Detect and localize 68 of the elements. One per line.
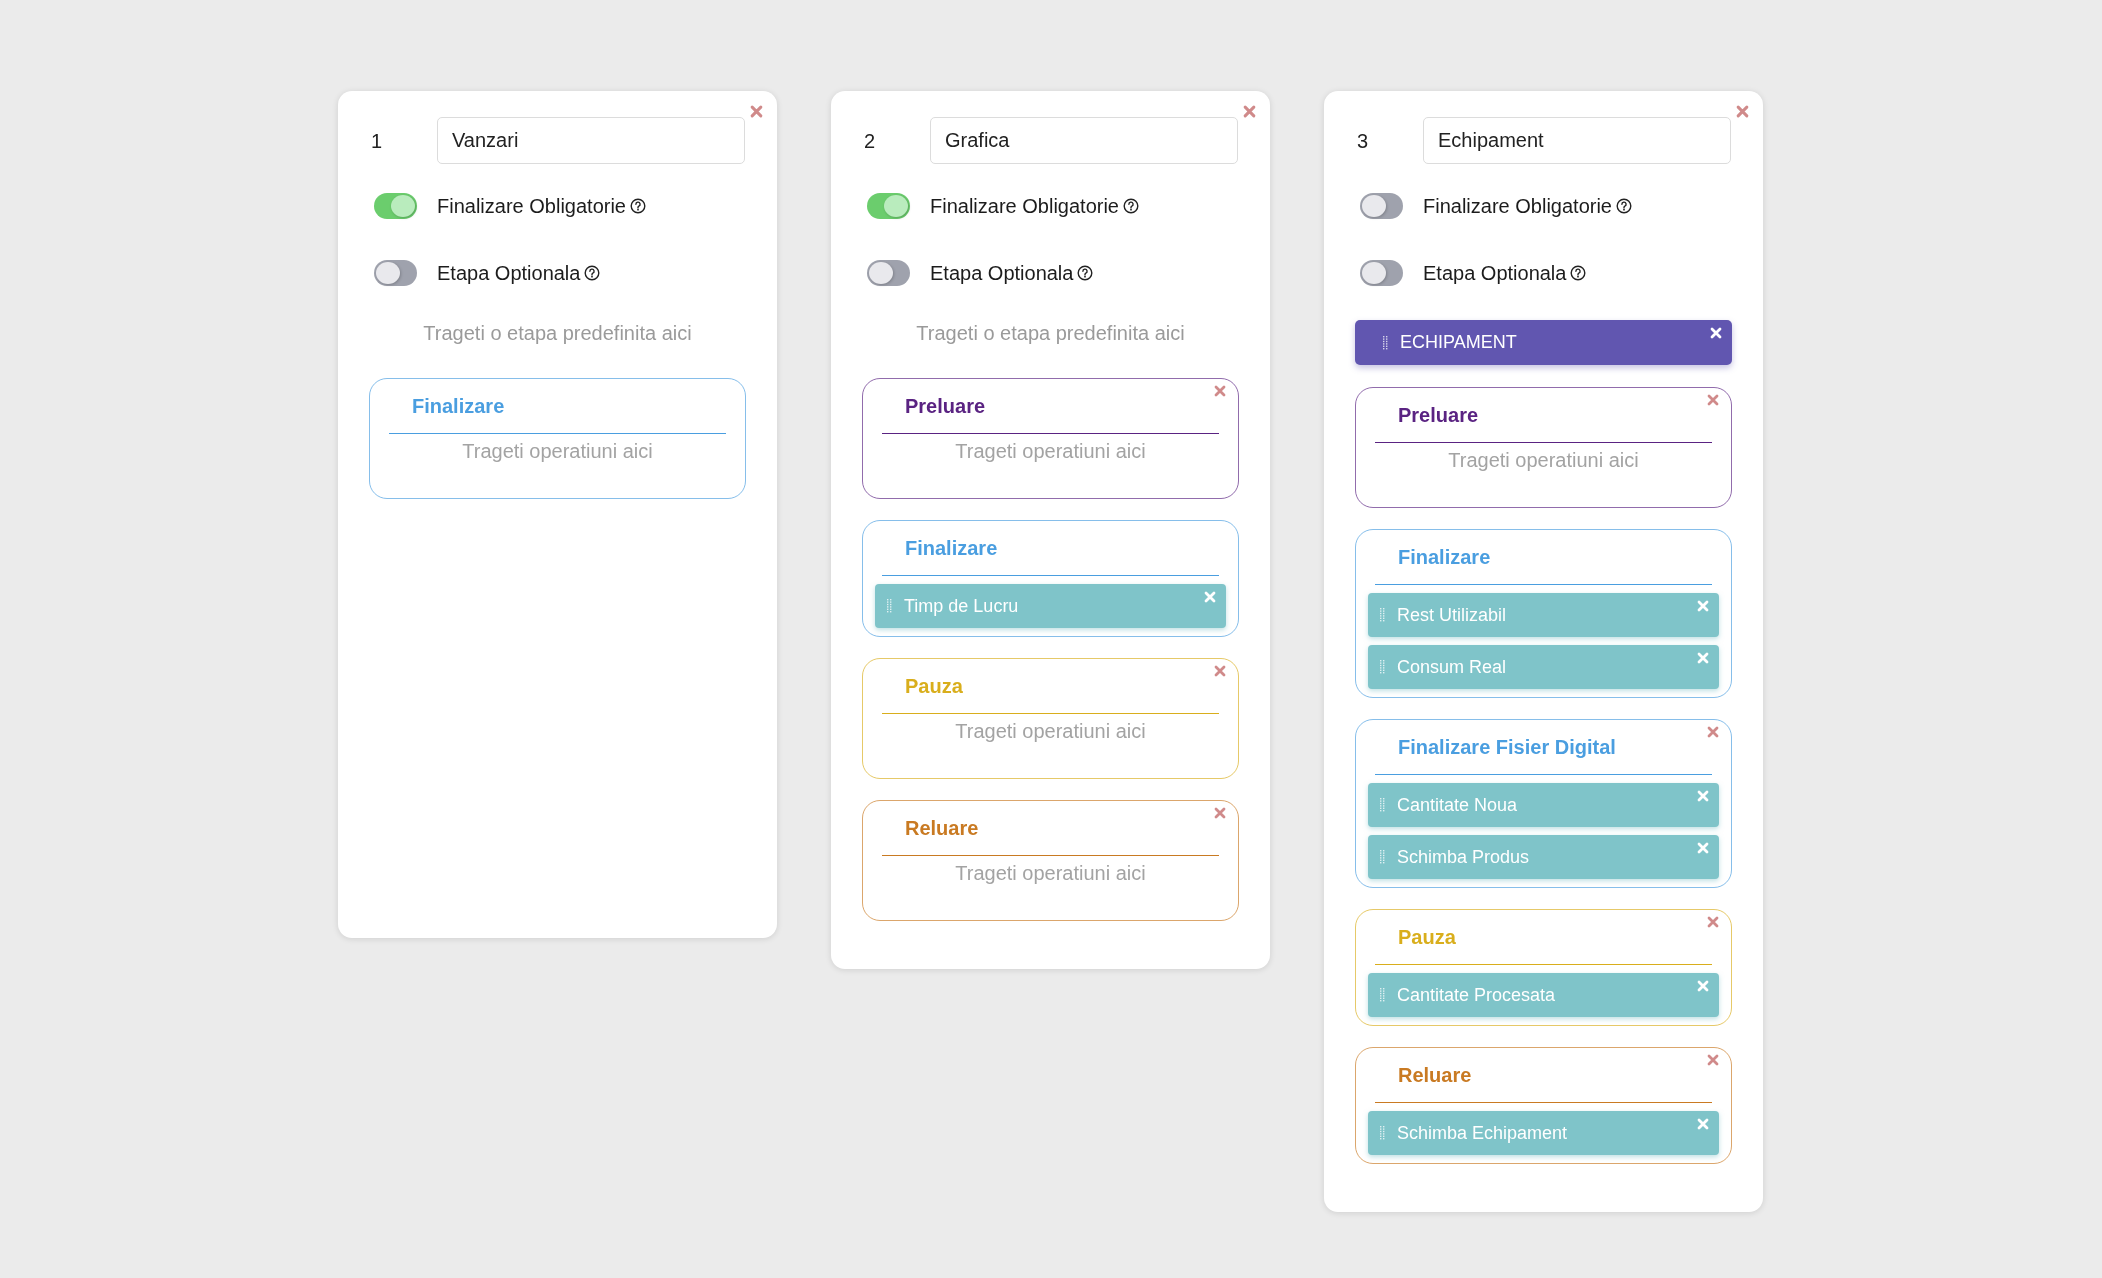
column-number: 3 bbox=[1356, 128, 1370, 154]
drag-handle-icon[interactable] bbox=[1380, 988, 1385, 1002]
stage-title: Finalizare bbox=[882, 521, 1219, 576]
operation-item[interactable]: Timp de Lucru bbox=[875, 584, 1226, 628]
toggle-label: Finalizare Obligatorie bbox=[930, 194, 1119, 219]
operation-item[interactable]: Rest Utilizabil bbox=[1368, 593, 1719, 637]
toggle-switch[interactable] bbox=[1360, 260, 1403, 286]
toggle-label: Etapa Optionala bbox=[930, 261, 1074, 286]
drop-hint-text: Trageti o etapa predefinita aici bbox=[915, 321, 1186, 346]
help-icon[interactable] bbox=[1570, 265, 1587, 281]
stage-title: Reluare bbox=[1375, 1048, 1712, 1103]
drop-hint-text: Trageti operatiuni aici bbox=[954, 719, 1147, 744]
name-input-field[interactable]: Vanzari bbox=[437, 117, 745, 164]
drop-hint-text: Trageti operatiuni aici bbox=[461, 439, 654, 464]
toggle-label: Etapa Optionala bbox=[1423, 261, 1567, 286]
stage-title: Finalizare bbox=[389, 379, 726, 434]
column-number: 2 bbox=[863, 128, 877, 154]
close-button[interactable] bbox=[1705, 914, 1721, 930]
toggle-label: Etapa Optionala bbox=[437, 261, 581, 286]
close-button[interactable] bbox=[1212, 805, 1228, 821]
stage-title: Pauza bbox=[882, 659, 1219, 714]
operation-item[interactable]: Schimba Echipament bbox=[1368, 1111, 1719, 1155]
help-icon[interactable] bbox=[1123, 198, 1139, 214]
close-button[interactable] bbox=[1705, 724, 1721, 740]
drag-handle-icon[interactable] bbox=[1380, 660, 1385, 674]
close-button[interactable] bbox=[1705, 1052, 1721, 1068]
help-icon[interactable] bbox=[630, 198, 646, 214]
drag-handle-icon[interactable] bbox=[1383, 335, 1388, 350]
toggle-label: Finalizare Obligatorie bbox=[437, 194, 626, 219]
stage-title: Finalizare bbox=[1375, 530, 1712, 585]
close-button[interactable] bbox=[1241, 103, 1258, 120]
help-icon[interactable] bbox=[584, 265, 601, 281]
operation-item[interactable]: Schimba Produs bbox=[1368, 835, 1719, 879]
drop-hint-text: Trageti operatiuni aici bbox=[954, 861, 1147, 886]
drag-handle-icon[interactable] bbox=[1380, 608, 1385, 622]
operation-item[interactable]: Cantitate Procesata bbox=[1368, 973, 1719, 1017]
operation-item[interactable]: Cantitate Noua bbox=[1368, 783, 1719, 827]
drag-handle-icon[interactable] bbox=[1380, 798, 1385, 812]
column-number: 1 bbox=[370, 128, 384, 154]
preset-stage-item[interactable]: ECHIPAMENT bbox=[1355, 320, 1732, 365]
name-input-field[interactable]: Echipament bbox=[1423, 117, 1731, 164]
close-button[interactable] bbox=[1212, 663, 1228, 679]
close-button[interactable] bbox=[748, 103, 765, 120]
toggle-label: Finalizare Obligatorie bbox=[1423, 194, 1612, 219]
stage-title: Reluare bbox=[882, 801, 1219, 856]
stage-title: Preluare bbox=[1375, 388, 1712, 443]
stage-title: Pauza bbox=[1375, 910, 1712, 965]
close-button[interactable] bbox=[1705, 392, 1721, 408]
drop-hint-text: Trageti operatiuni aici bbox=[954, 439, 1147, 464]
help-icon[interactable] bbox=[1077, 265, 1094, 281]
drag-handle-icon[interactable] bbox=[1380, 850, 1385, 864]
toggle-switch[interactable] bbox=[374, 193, 417, 219]
drop-hint-text: Trageti o etapa predefinita aici bbox=[422, 321, 693, 346]
name-input-field[interactable]: Grafica bbox=[930, 117, 1238, 164]
toggle-switch[interactable] bbox=[867, 260, 910, 286]
help-icon[interactable] bbox=[1616, 198, 1632, 214]
drop-hint-text: Trageti operatiuni aici bbox=[1447, 448, 1640, 473]
drag-handle-icon[interactable] bbox=[1380, 1126, 1385, 1140]
operation-item[interactable]: Consum Real bbox=[1368, 645, 1719, 689]
toggle-switch[interactable] bbox=[867, 193, 910, 219]
stage-title: Preluare bbox=[882, 379, 1219, 434]
drag-handle-icon[interactable] bbox=[887, 599, 892, 613]
toggle-switch[interactable] bbox=[374, 260, 417, 286]
close-button[interactable] bbox=[1212, 383, 1228, 399]
close-button[interactable] bbox=[1708, 325, 1724, 341]
stage-title: Finalizare Fisier Digital bbox=[1375, 720, 1712, 775]
close-button[interactable] bbox=[1734, 103, 1751, 120]
toggle-switch[interactable] bbox=[1360, 193, 1403, 219]
